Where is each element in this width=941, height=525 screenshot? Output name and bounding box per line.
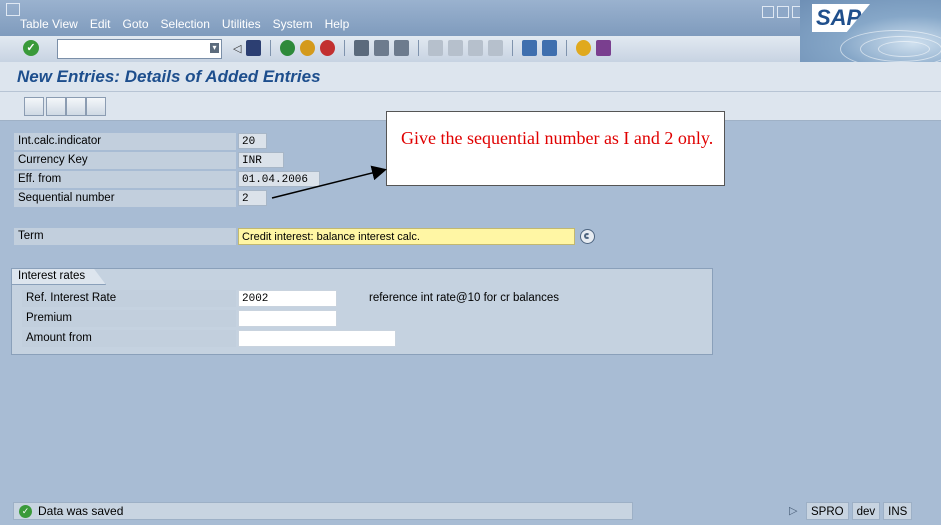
status-expand-icon[interactable]: ▷ <box>789 504 797 517</box>
sap-window: Table View Edit Goto Selection Utilities… <box>0 0 941 525</box>
system-name: dev <box>851 502 881 520</box>
success-check-icon: ✓ <box>19 505 32 518</box>
insert-mode[interactable]: INS <box>883 502 913 520</box>
status-message[interactable]: ✓ Data was saved <box>13 502 633 520</box>
annotation-arrow <box>271 165 387 199</box>
transaction-code[interactable]: SPRO <box>806 502 849 520</box>
status-bar: ✓ Data was saved ▷ SPRO dev INS <box>0 498 941 525</box>
status-message-text: Data was saved <box>38 504 124 518</box>
